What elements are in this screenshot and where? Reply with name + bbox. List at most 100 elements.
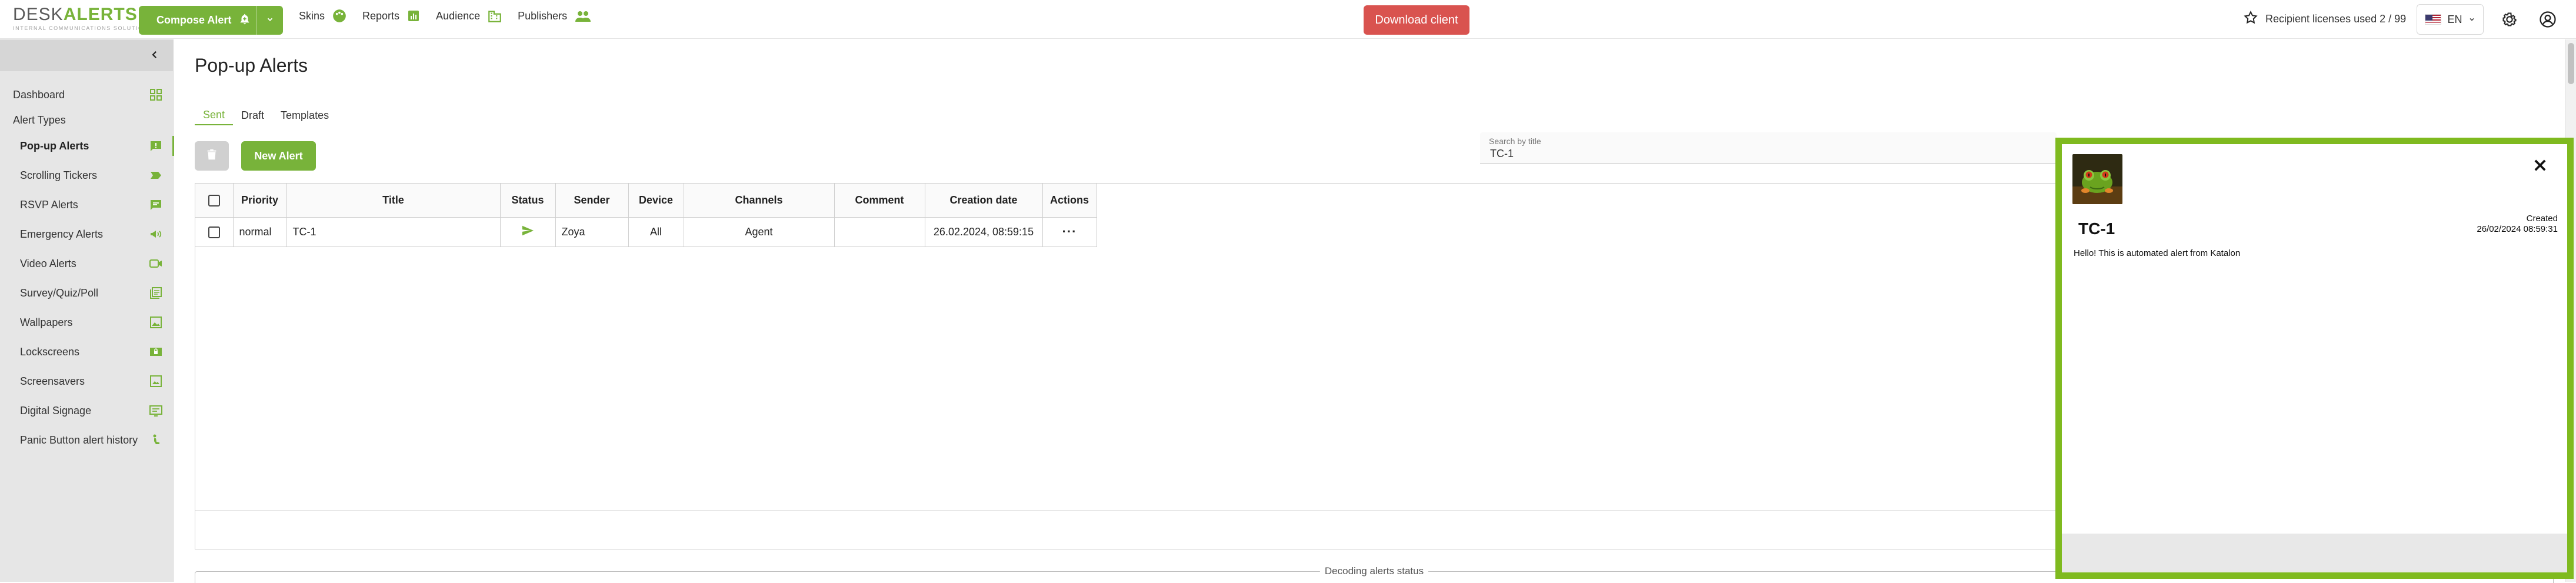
cell-comment [834,217,925,247]
compose-alert-label: Compose Alert [156,14,232,26]
trash-icon [205,148,218,165]
bell-add-icon [238,12,251,28]
cell-title[interactable]: TC-1 [286,217,501,247]
sidebar-item-label: Scrolling Tickers [20,169,98,181]
chevron-left-icon[interactable] [149,49,160,63]
column-header-sender[interactable]: Sender [555,184,629,218]
column-header-status[interactable]: Status [500,184,556,218]
nav-publishers[interactable]: Publishers [518,9,592,23]
nav-reports-label: Reports [362,9,400,22]
table-header-row: Priority Title Status Sender Device Chan… [195,184,1097,218]
nav-audience-label: Audience [436,9,481,22]
row-checkbox[interactable] [208,226,220,238]
tab-sent[interactable]: Sent [195,105,234,125]
brand-name: DESKALERTS [13,6,142,24]
tab-draft[interactable]: Draft [233,105,272,125]
signage-icon [149,404,163,418]
top-navigation: Skins Reports Audience Publishers [299,8,592,24]
decoding-alerts-status-label: Decoding alerts status [1319,565,1429,577]
sidebar-item-emergency-alerts[interactable]: Emergency Alerts [0,219,174,249]
popup-alert-icon [149,139,163,153]
sidebar-item-label: Digital Signage [20,404,92,417]
new-alert-button[interactable]: New Alert [241,141,316,171]
bar-chart-icon [406,9,421,23]
preview-created-label: Created [2526,214,2558,224]
nav-audience[interactable]: Audience [436,8,502,24]
download-client-button[interactable]: Download client [1364,5,1469,35]
cell-actions: ··· [1042,217,1097,247]
column-header-title[interactable]: Title [286,184,501,218]
dashboard-icon [149,88,163,105]
lockscreen-icon [149,345,163,359]
screensaver-icon [149,374,163,388]
cell-sender: Zoya [555,217,629,247]
row-select-cell [195,217,234,247]
top-bar: DESKALERTS INTERNAL COMMUNICATIONS SOLUT… [0,0,2576,39]
palette-icon [332,8,347,24]
search-input[interactable] [1489,147,2030,161]
table-row[interactable]: normal TC-1 Zoya All Agent 26.02.2024, 0… [195,217,1097,247]
nav-skins-label: Skins [299,9,325,22]
select-all-checkbox[interactable] [208,194,220,206]
close-preview-button[interactable] [2527,154,2553,179]
recipient-licenses[interactable]: Recipient licenses used 2 / 99 [2243,10,2406,28]
sidebar-item-label: Screensavers [20,375,85,387]
cell-creation-date: 26.02.2024, 08:59:15 [925,217,1043,247]
column-header-comment[interactable]: Comment [834,184,925,218]
nav-reports[interactable]: Reports [362,9,421,23]
column-header-device[interactable]: Device [628,184,684,218]
megaphone-icon [149,227,163,241]
sidebar-item-lockscreens[interactable]: Lockscreens [0,337,174,367]
panic-button-icon [149,433,163,447]
sidebar-item-screensavers[interactable]: Screensavers [0,367,174,396]
sidebar: Dashboard Alert Types Pop-up Alerts Scro… [0,39,174,582]
delete-button[interactable] [195,141,229,171]
sidebar-collapse-bar[interactable] [0,39,173,71]
sidebar-item-dashboard[interactable]: Dashboard [0,84,174,105]
close-icon [2532,157,2548,176]
user-account-icon[interactable] [2538,10,2557,29]
sidebar-item-rsvp-alerts[interactable]: RSVP Alerts [0,190,174,219]
users-icon [574,9,592,23]
chevron-down-icon [266,14,274,26]
nav-skins[interactable]: Skins [299,8,347,24]
sidebar-alert-types-list: Pop-up Alerts Scrolling Tickers RSVP Ale… [0,131,174,455]
alerts-table: Priority Title Status Sender Device Chan… [195,184,1097,247]
rsvp-icon [149,198,163,212]
search-by-title-field[interactable]: Search by title [1480,132,2057,164]
preview-created-info: Created 26/02/2024 08:59:31 [2477,214,2558,235]
column-header-creation-date[interactable]: Creation date [925,184,1043,218]
sidebar-item-label: Wallpapers [20,316,73,328]
brand-logo[interactable]: DESKALERTS INTERNAL COMMUNICATIONS SOLUT… [13,6,148,33]
language-selector[interactable]: EN [2417,4,2484,35]
nav-publishers-label: Publishers [518,9,568,22]
star-icon [2243,10,2258,28]
sidebar-item-panic-button-history[interactable]: Panic Button alert history [0,425,174,455]
settings-gear-icon[interactable] [2500,10,2519,29]
brand-tagline: INTERNAL COMMUNICATIONS SOLUTION [13,25,148,31]
column-header-channels[interactable]: Channels [684,184,835,218]
table-toolbar: New Alert [195,141,316,171]
sidebar-item-survey-quiz-poll[interactable]: Survey/Quiz/Poll [0,278,174,308]
column-header-priority[interactable]: Priority [233,184,287,218]
sidebar-item-label: Survey/Quiz/Poll [20,286,99,299]
sidebar-item-label: Panic Button alert history [20,434,138,446]
compose-alert-button[interactable]: Compose Alert [139,6,283,35]
preview-footer [2062,534,2567,572]
select-all-header [195,184,234,218]
preview-created-date: 26/02/2024 08:59:31 [2477,224,2558,234]
scrollbar-thumb[interactable] [2568,43,2574,84]
building-icon [487,8,502,24]
compose-dropdown-toggle[interactable] [256,6,283,35]
sidebar-item-digital-signage[interactable]: Digital Signage [0,396,174,425]
sidebar-item-scrolling-tickers[interactable]: Scrolling Tickers [0,161,174,190]
more-actions-icon[interactable]: ··· [1062,224,1077,239]
cell-device: All [628,217,684,247]
chevron-down-icon [2468,14,2475,26]
tab-templates[interactable]: Templates [272,105,337,125]
language-code: EN [2447,13,2462,25]
sidebar-item-wallpapers[interactable]: Wallpapers [0,308,174,337]
sidebar-dashboard-label: Dashboard [13,88,65,101]
sidebar-item-popup-alerts[interactable]: Pop-up Alerts [0,131,174,161]
sidebar-item-video-alerts[interactable]: Video Alerts [0,249,174,278]
